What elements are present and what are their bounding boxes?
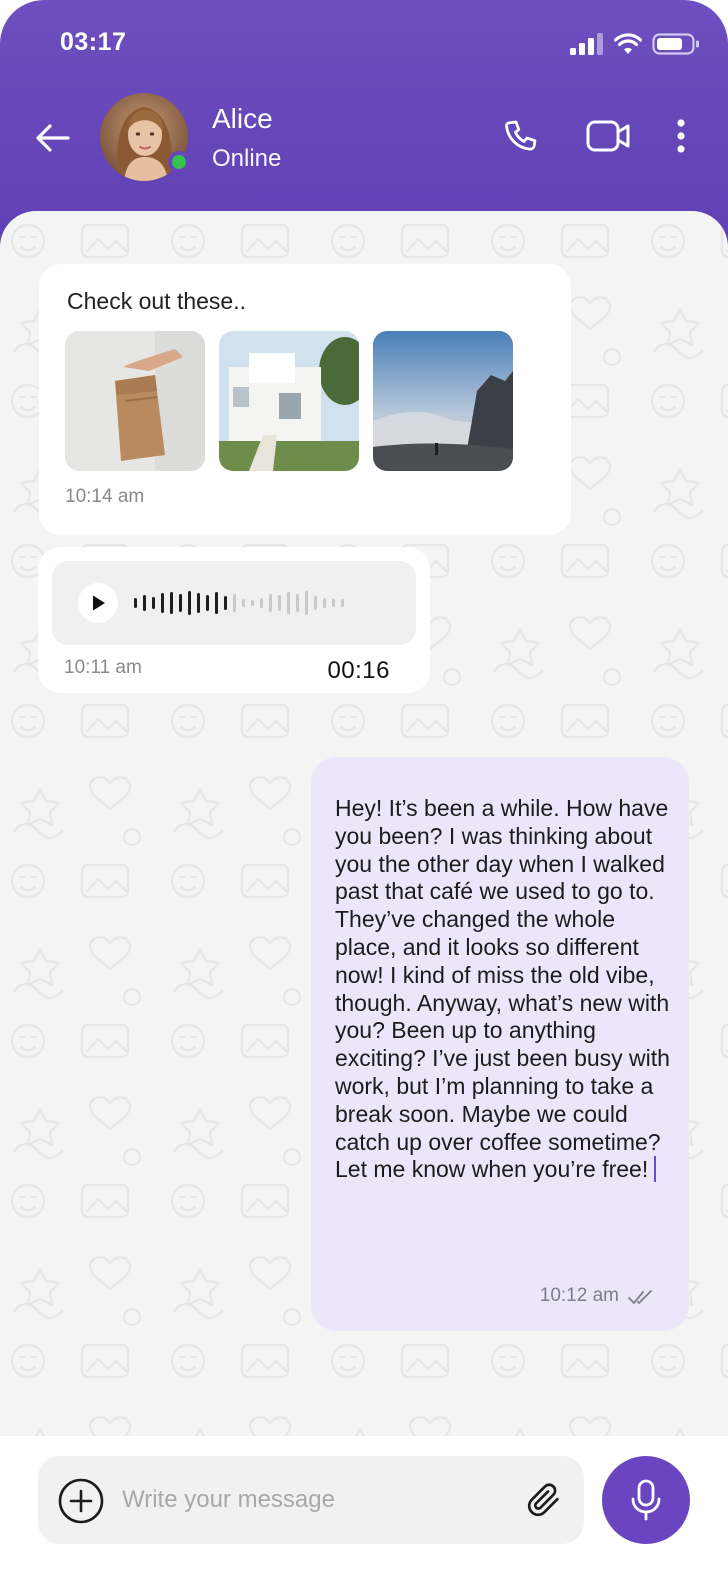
- back-arrow-icon: [36, 124, 70, 152]
- double-check-icon: [628, 1290, 652, 1304]
- contact-name: Alice: [212, 103, 273, 134]
- message-input[interactable]: [122, 1478, 502, 1522]
- waveform-bar: [260, 598, 263, 608]
- contact-avatar[interactable]: [100, 93, 190, 181]
- add-attachment-button[interactable]: [58, 1478, 104, 1524]
- waveform-bar: [224, 596, 227, 610]
- waveform-bar: [170, 592, 173, 614]
- plus-circle-icon: [58, 1478, 104, 1524]
- image-thumbnail-mountain-landscape[interactable]: [373, 331, 513, 471]
- waveform-bar: [143, 595, 146, 611]
- paperclip-icon: [527, 1483, 559, 1517]
- waveform-bar: [242, 599, 245, 607]
- waveform-bar: [206, 595, 209, 611]
- waveform-bar: [314, 596, 317, 610]
- image-thumbnail-paper-bag[interactable]: [65, 331, 205, 471]
- voice-duration: 00:16: [327, 657, 390, 684]
- incoming-voice-message[interactable]: 10:11 am 00:16: [38, 547, 430, 693]
- online-status-dot: [168, 151, 190, 173]
- waveform-bar: [341, 599, 344, 607]
- video-camera-icon: [586, 120, 630, 152]
- back-button[interactable]: [30, 118, 74, 158]
- waveform-bar: [323, 598, 326, 608]
- waveform-bar: [215, 592, 218, 614]
- message-input-box: [38, 1456, 584, 1544]
- message-text: Check out these..: [67, 288, 246, 314]
- message-time: 10:11 am: [64, 657, 142, 678]
- text-cursor: [654, 1156, 657, 1183]
- waveform-bar: [332, 599, 335, 607]
- voice-player: [52, 561, 416, 645]
- outgoing-text-message[interactable]: Hey! It’s been a while. How have you bee…: [311, 757, 689, 1331]
- attach-file-button[interactable]: [524, 1480, 564, 1520]
- status-bar-time: 03:17: [60, 28, 127, 56]
- record-voice-button[interactable]: [602, 1456, 690, 1544]
- waveform-bar: [188, 591, 191, 615]
- waveform-bar: [233, 594, 236, 612]
- waveform-bar: [278, 595, 281, 611]
- waveform-bar: [296, 594, 299, 612]
- more-vertical-icon: [677, 119, 685, 153]
- play-icon: [93, 595, 105, 611]
- message-text: Hey! It’s been a while. How have you bee…: [335, 795, 670, 1183]
- more-options-button[interactable]: [666, 112, 696, 160]
- voice-call-button[interactable]: [496, 112, 544, 160]
- waveform-bar: [134, 598, 137, 608]
- message-composer: [0, 1436, 728, 1576]
- microphone-icon: [631, 1479, 661, 1521]
- voice-waveform[interactable]: [134, 587, 344, 619]
- phone-icon: [505, 120, 537, 151]
- battery-icon: [652, 33, 699, 55]
- waveform-bar: [251, 600, 254, 606]
- contact-status: Online: [212, 145, 282, 172]
- wifi-icon: [614, 33, 642, 54]
- play-button[interactable]: [78, 583, 118, 623]
- message-time: 10:12 am: [539, 1285, 619, 1306]
- chat-area[interactable]: Check out these.. 10:14 am 10:11 am 00:1…: [0, 211, 728, 1436]
- waveform-bar: [197, 593, 200, 613]
- waveform-bar: [152, 597, 155, 609]
- waveform-bar: [179, 594, 182, 612]
- waveform-bar: [287, 592, 290, 614]
- image-thumbnail-white-house[interactable]: [219, 331, 359, 471]
- incoming-images-message[interactable]: Check out these.. 10:14 am: [39, 264, 571, 535]
- waveform-bar: [161, 593, 164, 613]
- status-bar-icons: [570, 32, 700, 56]
- waveform-bar: [269, 594, 272, 612]
- cellular-signal-icon: [570, 33, 603, 55]
- waveform-bar: [305, 591, 308, 615]
- message-time: 10:14 am: [65, 486, 145, 507]
- video-call-button[interactable]: [584, 112, 632, 160]
